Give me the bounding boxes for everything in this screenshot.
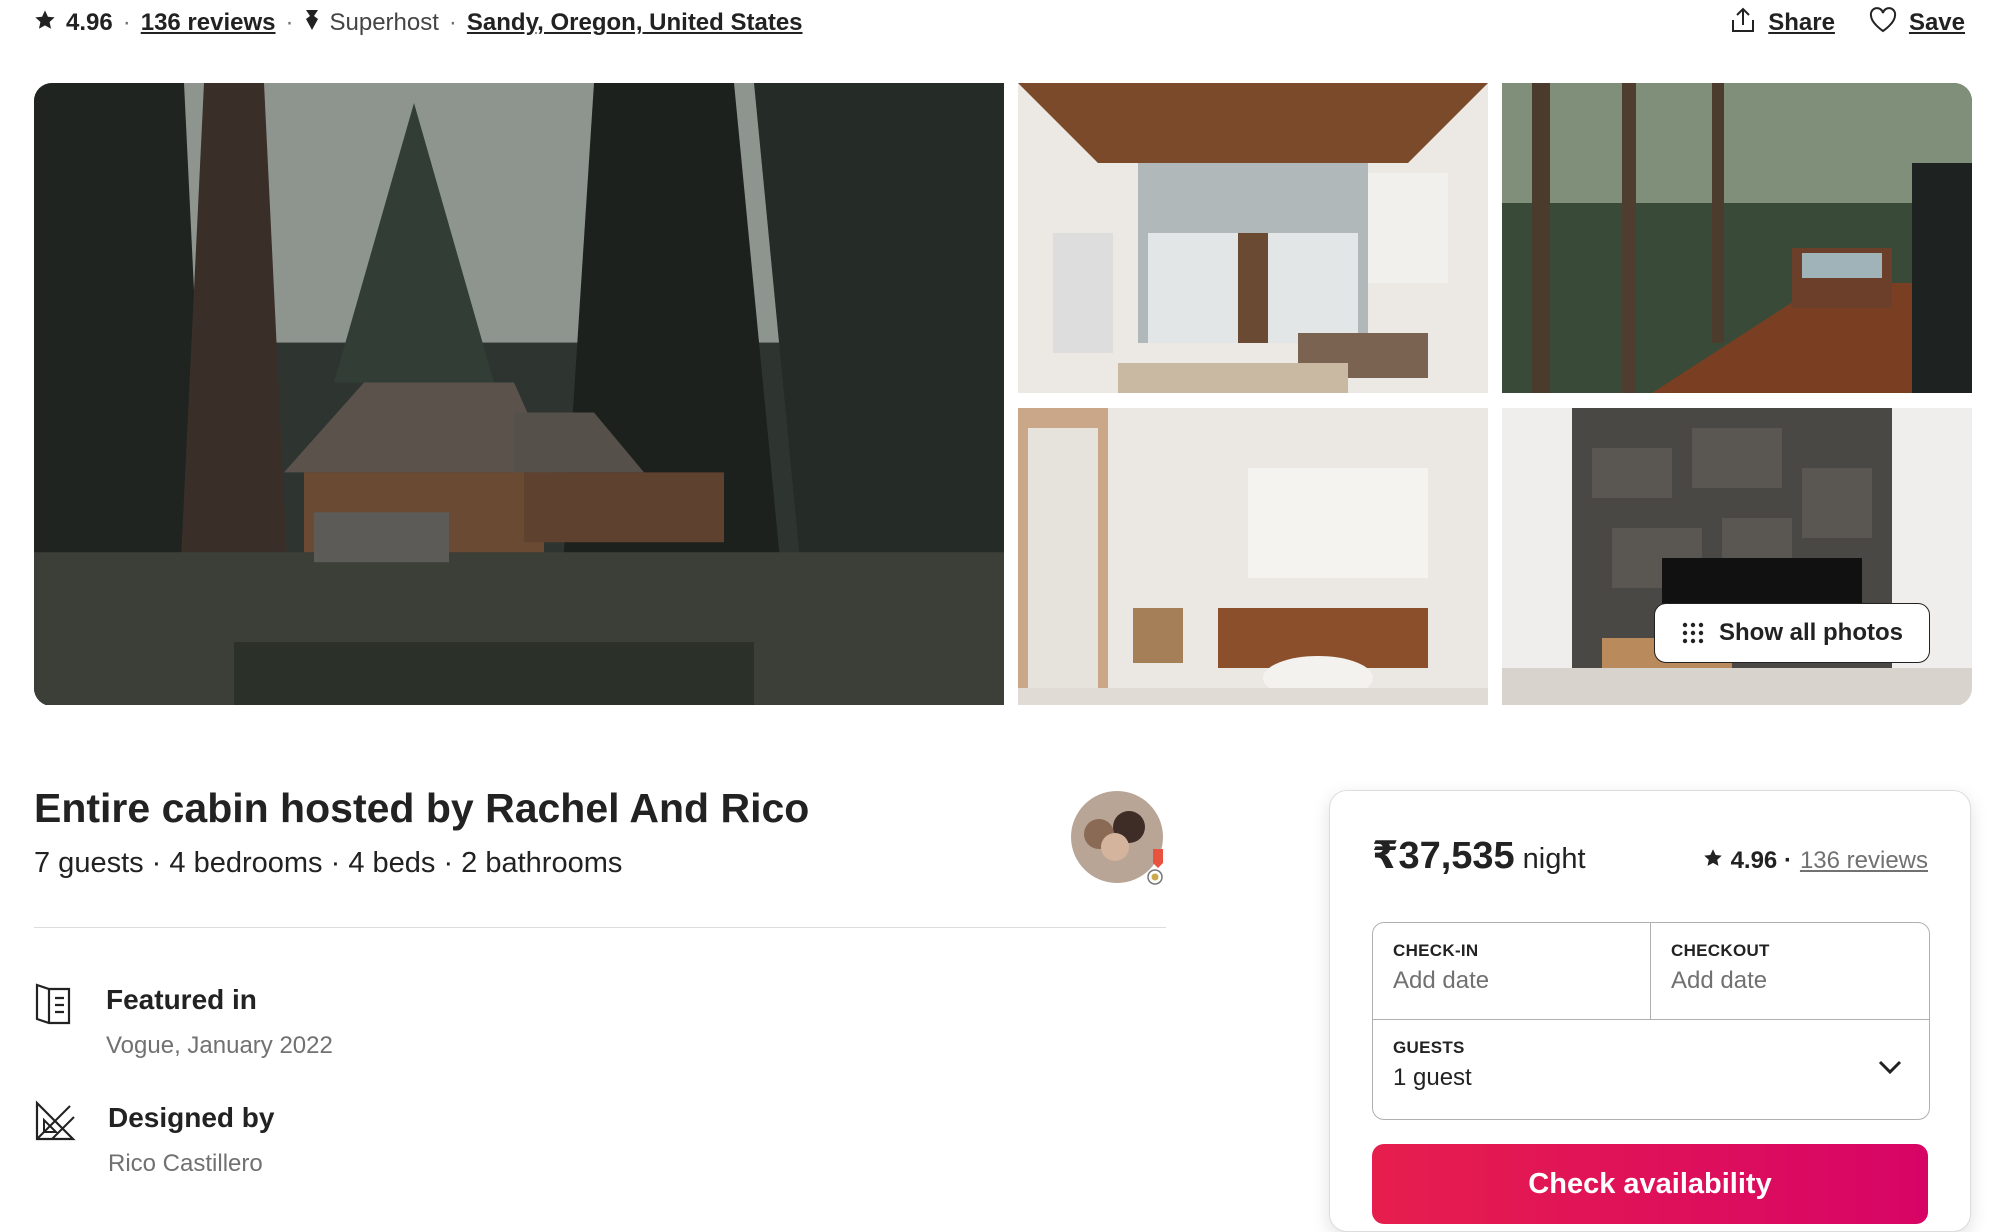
- listing-title: Entire cabin hosted by Rachel And Rico: [34, 785, 810, 831]
- checkout-field[interactable]: CHECKOUT Add date: [1651, 923, 1929, 1020]
- checkout-label: CHECKOUT: [1671, 941, 1770, 960]
- save-label: Save: [1908, 9, 1965, 36]
- chevron-down-icon: [1877, 1058, 1903, 1081]
- separator: ·: [285, 9, 294, 36]
- booking-rating: 4.96 · 136 reviews: [1703, 847, 1928, 875]
- photo-deck-hot-tub[interactable]: [1502, 83, 1972, 393]
- location-link[interactable]: Sandy, Oregon, United States: [467, 9, 803, 37]
- photo-stone-fireplace[interactable]: Show all photos: [1502, 408, 1972, 705]
- star-icon: [1703, 847, 1723, 875]
- checkin-field[interactable]: CHECK-IN Add date: [1373, 923, 1651, 1020]
- separator: ·: [448, 9, 457, 36]
- magazine-icon: [34, 982, 74, 1060]
- superhost-label: Superhost: [329, 9, 439, 36]
- host-avatar[interactable]: [1069, 789, 1165, 885]
- checkin-label: CHECK-IN: [1393, 941, 1479, 960]
- share-button[interactable]: Share: [1730, 6, 1835, 41]
- price-row: ₹37,535 night 4.96 · 136 reviews: [1372, 833, 1928, 878]
- star-icon: [34, 9, 56, 38]
- save-button[interactable]: Save: [1869, 6, 1965, 40]
- show-all-photos-label: Show all photos: [1719, 619, 1903, 646]
- superhost-icon: [304, 8, 320, 39]
- grid-dots-icon: [1681, 621, 1705, 645]
- guests-value: 1 guest: [1393, 1064, 1472, 1091]
- guests-selector[interactable]: GUESTS 1 guest: [1373, 1020, 1929, 1119]
- highlight-featured: Featured in Vogue, January 2022: [34, 982, 333, 1060]
- photo-lounge-sofa[interactable]: [1018, 408, 1488, 705]
- show-all-photos-button[interactable]: Show all photos: [1654, 603, 1930, 663]
- booking-card: ₹37,535 night 4.96 · 136 reviews CHECK-I…: [1329, 790, 1971, 1232]
- price-unit: night: [1522, 843, 1586, 875]
- guests-label: GUESTS: [1393, 1038, 1465, 1057]
- photo-gallery: Show all photos: [34, 83, 1972, 706]
- rating-value: 4.96: [66, 9, 113, 36]
- share-label: Share: [1768, 9, 1835, 36]
- checkout-value: Add date: [1671, 967, 1768, 994]
- booking-rating-value: 4.96 ·: [1730, 847, 1792, 874]
- heart-icon: [1869, 6, 1897, 40]
- nightly-price: ₹37,535: [1372, 835, 1515, 877]
- photo-living-room[interactable]: [1018, 83, 1488, 393]
- highlight-designer: Designed by Rico Castillero: [34, 1100, 274, 1178]
- header-actions: Share Save: [1730, 6, 1965, 41]
- highlight-subtitle: Vogue, January 2022: [106, 1032, 333, 1059]
- share-icon: [1730, 6, 1756, 41]
- reviews-link[interactable]: 136 reviews: [141, 9, 276, 37]
- separator: ·: [122, 9, 131, 36]
- checkin-value: Add date: [1393, 967, 1490, 994]
- listing-meta: 4.96 · 136 reviews · Superhost · Sandy, …: [34, 8, 803, 39]
- section-divider: [34, 927, 1166, 928]
- date-guest-picker: CHECK-IN Add date CHECKOUT Add date GUES…: [1372, 922, 1930, 1120]
- highlight-title: Featured in: [106, 984, 257, 1015]
- listing-details: 7 guests · 4 bedrooms · 4 beds · 2 bathr…: [34, 847, 623, 879]
- highlight-title: Designed by: [108, 1102, 275, 1133]
- photo-cabin-exterior[interactable]: [34, 83, 1004, 705]
- booking-reviews-link[interactable]: 136 reviews: [1800, 847, 1928, 875]
- check-availability-button[interactable]: Check availability: [1372, 1144, 1928, 1224]
- listing-header-bar: 4.96 · 136 reviews · Superhost · Sandy, …: [34, 6, 1965, 40]
- highlight-subtitle: Rico Castillero: [108, 1150, 263, 1177]
- designer-tools-icon: [34, 1100, 76, 1178]
- superhost-badge: Superhost: [304, 8, 439, 39]
